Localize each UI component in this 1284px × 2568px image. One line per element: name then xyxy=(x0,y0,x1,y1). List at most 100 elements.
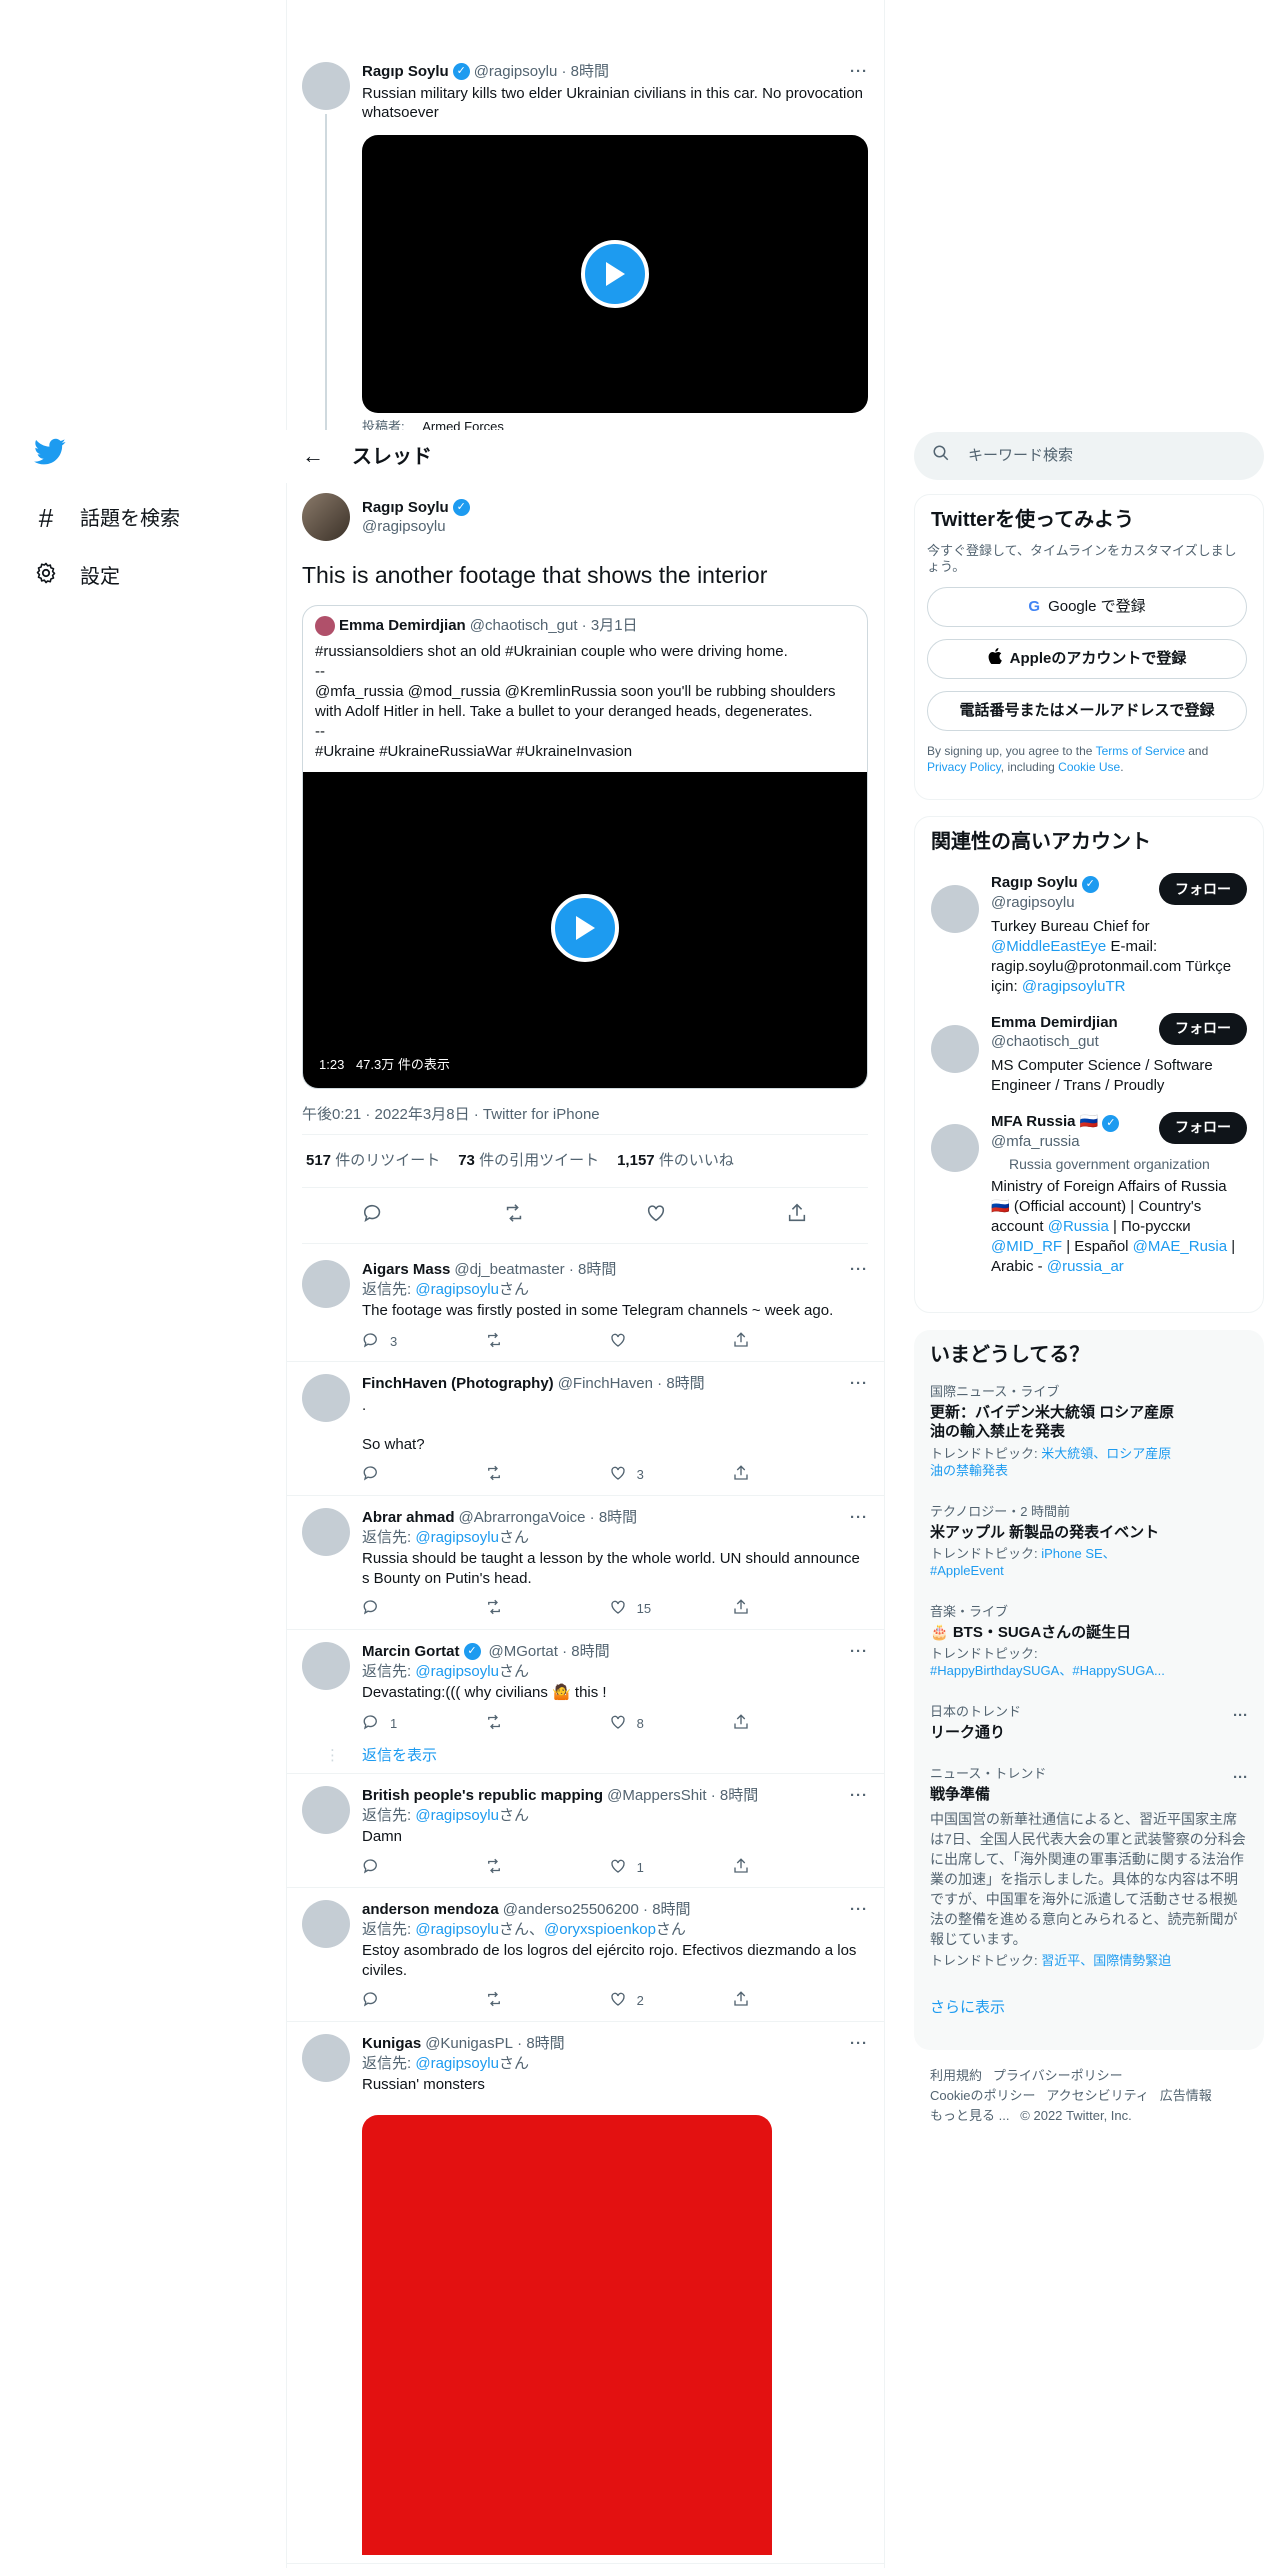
author-handle[interactable]: @dj_beatmaster xyxy=(454,1260,564,1280)
tweet-time[interactable]: 8時間 xyxy=(578,1260,616,1280)
author-handle[interactable]: @MappersShit xyxy=(607,1786,706,1806)
footer-link[interactable]: アクセシビリティ xyxy=(1046,2088,1149,2103)
reply-icon[interactable] xyxy=(362,1202,384,1230)
retweet-count[interactable]: 517 件のリツイート xyxy=(306,1151,440,1171)
terms-link[interactable]: Terms of Service xyxy=(1096,744,1185,758)
retweet-button[interactable] xyxy=(485,1598,545,1621)
parent-tweet[interactable]: Ragıp Soylu ✓ @ragipsoylu · 8時間 ··· Russ… xyxy=(286,50,884,434)
more-options-icon[interactable]: ··· xyxy=(850,1374,868,1394)
nav-settings[interactable]: 設定 xyxy=(30,548,260,606)
retweet-button[interactable] xyxy=(485,1713,545,1736)
share-button[interactable] xyxy=(732,1857,792,1880)
reply-tweet[interactable]: Kunigas @KunigasPL · 8時間 ··· 返信先: @ragipsoy… xyxy=(286,2022,884,2564)
tweet-time[interactable]: 8時間 xyxy=(652,1900,690,1920)
trend-item[interactable]: 音楽・ライブ 🎂 BTS・SUGAさんの誕生日 トレンドトピック: #Happy… xyxy=(914,1592,1264,1692)
reply-tweet[interactable]: Aigars Mass @dj_beatmaster · 8時間 ··· 返信先: @… xyxy=(286,1248,884,1363)
author-handle[interactable]: @anderso25506200 xyxy=(503,1900,639,1920)
like-button[interactable]: 2 xyxy=(609,1990,669,2013)
like-button[interactable] xyxy=(609,1331,669,1354)
more-options-icon[interactable]: ··· xyxy=(850,1260,868,1280)
footer-link[interactable]: Cookieのポリシー xyxy=(930,2088,1035,2103)
bio-link[interactable]: @MAE_Rusia xyxy=(1133,1238,1227,1255)
bio-link[interactable]: @Russia xyxy=(1048,1218,1109,1235)
like-button[interactable]: 1 xyxy=(609,1857,669,1880)
trend-item[interactable]: 日本のトレンド リーク通り ··· xyxy=(914,1692,1264,1754)
like-heart-icon[interactable] xyxy=(645,1202,667,1230)
trend-topic-link[interactable]: 習近平、国際情勢緊迫 xyxy=(1041,1953,1171,1968)
tweet-time[interactable]: 8時間 xyxy=(599,1508,637,1528)
like-button[interactable]: 8 xyxy=(609,1713,669,1736)
reply-tweet[interactable]: British people's republic mapping @Mapper… xyxy=(286,1774,884,1889)
video-player[interactable]: 1:23 47.3万 件の表示 xyxy=(303,771,867,1088)
mention-link[interactable]: @oryxspioenkop xyxy=(544,1921,656,1938)
mention-link[interactable]: @ragipsoylu xyxy=(415,1281,499,1298)
author-name[interactable]: Abrar ahmad xyxy=(362,1508,455,1528)
more-options-icon[interactable]: ··· xyxy=(850,2034,868,2054)
google-signup-button[interactable]: G Google で登録 xyxy=(927,587,1247,627)
more-options-icon[interactable]: ··· xyxy=(850,1642,868,1662)
follow-button[interactable]: フォロー xyxy=(1159,1111,1247,1144)
author-name[interactable]: Kunigas xyxy=(362,2034,421,2054)
bio-link[interactable]: @ragipsoyluTR xyxy=(1022,978,1126,995)
reply-tweet[interactable]: Abrar ahmad @AbrarrongaVoice · 8時間 ··· 返信先:… xyxy=(286,1496,884,1631)
reply-tweet[interactable]: Marcin Gortat ✓ @MGortat · 8時間 ··· 返信先: @rag… xyxy=(286,1630,884,1775)
mention-link[interactable]: @ragipsoylu xyxy=(415,2055,499,2072)
footer-link[interactable]: 広告情報 xyxy=(1160,2088,1212,2103)
trend-item[interactable]: 国際ニュース・ライブ 更新：バイデン米大統領 ロシア産原油の輸入禁止を発表 トレ… xyxy=(914,1372,1264,1492)
tweet-time[interactable]: 8時間 xyxy=(720,1786,758,1806)
account-row[interactable]: Ragıp Soylu ✓ @ragipsoylu フォロー Turkey Bur… xyxy=(915,867,1263,1007)
reply-tweet[interactable]: anderson mendoza @anderso25506200 · 8時間 ··… xyxy=(286,1888,884,2023)
phone-email-signup-button[interactable]: 電話番号またはメールアドレスで登録 xyxy=(927,691,1247,731)
quote-count[interactable]: 73 件の引用ツイート xyxy=(458,1151,599,1171)
mention-link[interactable]: @ragipsoylu xyxy=(415,1663,499,1680)
show-more-link[interactable]: さらに表示 xyxy=(914,1982,1264,2034)
avatar[interactable] xyxy=(302,1260,350,1308)
share-button[interactable] xyxy=(732,1598,792,1621)
share-button[interactable] xyxy=(732,1713,792,1736)
quoted-tweet[interactable]: Emma Demirdjian @chaotisch_gut · 3月1日 #r… xyxy=(302,604,868,1089)
more-options-icon[interactable]: ··· xyxy=(850,1900,868,1920)
account-row[interactable]: MFA Russia 🇷🇺 ✓ @mfa_russia フォロー Russia g… xyxy=(915,1106,1263,1288)
trend-item[interactable]: テクノロジー・2 時間前 米アップル 新製品の発表イベント トレンドトピック: … xyxy=(914,1492,1264,1592)
author-name[interactable]: Marcin Gortat xyxy=(362,1642,460,1662)
privacy-link[interactable]: Privacy Policy xyxy=(927,760,1001,774)
avatar[interactable] xyxy=(302,1508,350,1557)
trend-topic-link[interactable]: #HappyBirthdaySUGA、#HappySUGA... xyxy=(930,1663,1165,1678)
tweet-timestamp[interactable]: 午後0:21 · 2022年3月8日 · Twitter for iPhone xyxy=(302,1105,868,1135)
more-options-icon[interactable]: ··· xyxy=(850,62,868,82)
apple-signup-button[interactable]: Appleのアカウントで登録 xyxy=(927,639,1247,679)
show-replies-link[interactable]: 返信を表示 xyxy=(362,1746,437,1766)
like-button[interactable]: 3 xyxy=(609,1464,669,1487)
more-options-icon[interactable]: ··· xyxy=(850,1786,868,1806)
reply-button[interactable] xyxy=(362,1598,422,1621)
avatar[interactable] xyxy=(931,885,979,933)
avatar[interactable] xyxy=(302,1786,350,1835)
author-handle[interactable]: @AbrarrongaVoice xyxy=(459,1508,586,1528)
tweet-time[interactable]: 8時間 xyxy=(571,62,609,82)
author-name[interactable]: British people's republic mapping xyxy=(362,1786,603,1806)
author-name[interactable]: Ragıp Soylu xyxy=(362,62,449,82)
follow-button[interactable]: フォロー xyxy=(1159,873,1247,905)
avatar[interactable] xyxy=(302,1374,350,1423)
more-options-icon[interactable]: ··· xyxy=(1233,1768,1248,1788)
author-name[interactable]: Ragıp Soylu xyxy=(362,498,449,518)
avatar[interactable] xyxy=(302,2034,350,2083)
retweet-button[interactable] xyxy=(485,1857,545,1880)
author-handle[interactable]: @FinchHaven xyxy=(558,1374,653,1394)
bio-link[interactable]: @russia_ar xyxy=(1047,1258,1124,1275)
video-player[interactable] xyxy=(362,134,868,413)
follow-button[interactable]: フォロー xyxy=(1159,1012,1247,1045)
avatar[interactable] xyxy=(302,1642,350,1691)
author-handle[interactable]: @ragipsoylu xyxy=(474,62,558,82)
reply-button[interactable]: 3 xyxy=(362,1331,422,1354)
tweet-time[interactable]: 8時間 xyxy=(571,1642,609,1662)
account-name[interactable]: Ragıp Soylu xyxy=(991,874,1078,891)
search-box[interactable]: キーワード検索 xyxy=(914,432,1264,480)
avatar[interactable] xyxy=(302,493,350,541)
more-options-icon[interactable]: ··· xyxy=(850,1508,868,1528)
reply-button[interactable]: 1 xyxy=(362,1713,422,1736)
account-name[interactable]: Emma Demirdjian xyxy=(991,1014,1118,1031)
mention-link[interactable]: @ragipsoylu xyxy=(415,1529,499,1546)
avatar[interactable] xyxy=(931,1123,979,1172)
like-button[interactable]: 15 xyxy=(609,1598,669,1621)
